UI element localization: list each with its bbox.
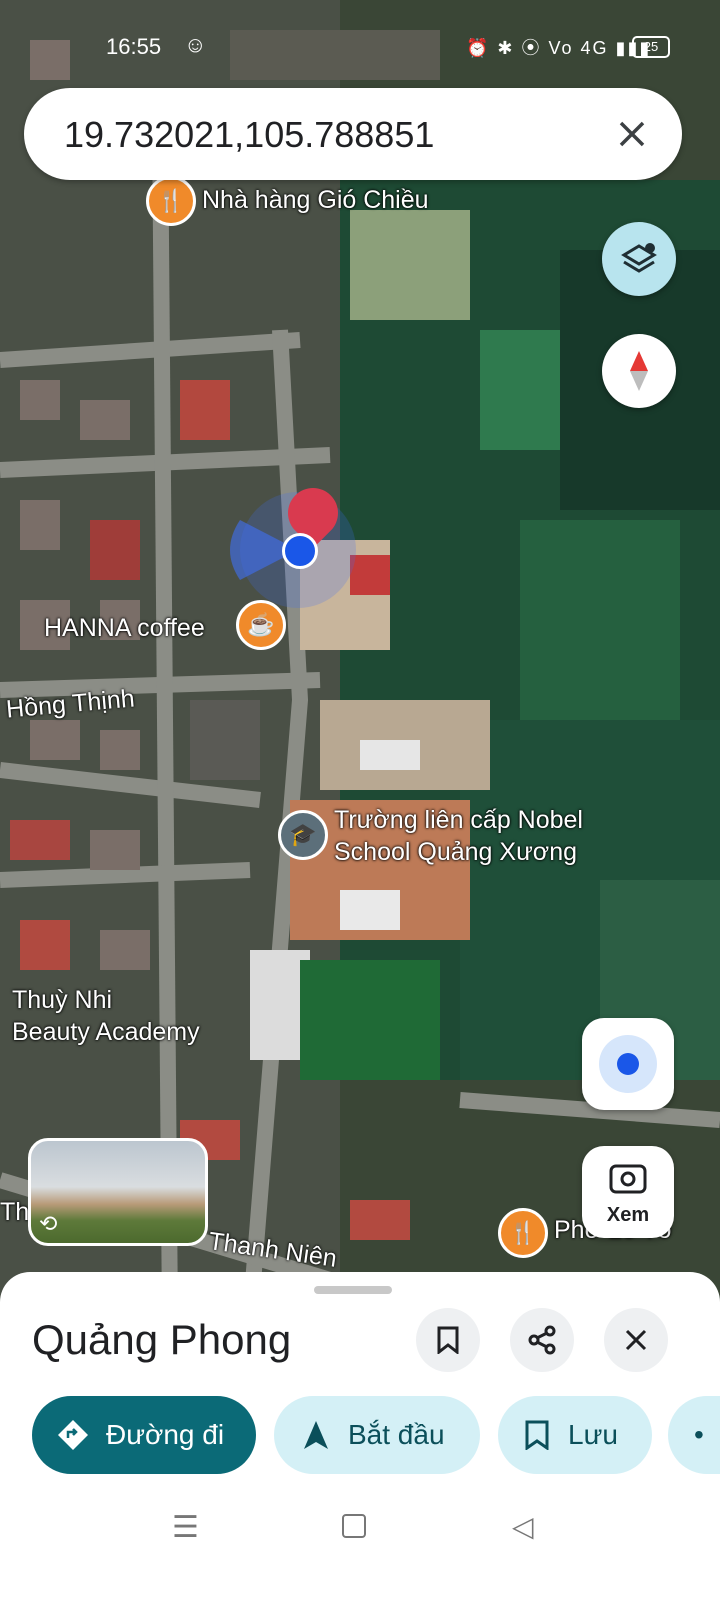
save-button[interactable]: Lưu — [498, 1396, 652, 1474]
restaurant-label-top[interactable]: Nhà hàng Gió Chiều — [202, 186, 429, 215]
place-bottom-sheet[interactable]: Quảng Phong Đường đi Bắt đầu Lưu • ☰ ◁ — [0, 1272, 720, 1600]
coffee-pin-icon[interactable]: ☕ — [236, 600, 286, 650]
save-label: Lưu — [568, 1419, 618, 1450]
home-nav-icon[interactable] — [342, 1514, 366, 1538]
bookmark-icon — [437, 1326, 459, 1354]
directions-icon — [58, 1420, 88, 1450]
rotate-360-icon: ⟲ — [39, 1211, 58, 1236]
map-view[interactable]: 🍴 Nhà hàng Gió Chiều ☕ HANNA coffee Hồng… — [0, 0, 720, 1320]
save-icon-button[interactable] — [416, 1308, 480, 1372]
search-bar[interactable]: 19.732021,105.788851 — [24, 88, 682, 180]
start-label: Bắt đầu — [348, 1419, 445, 1450]
clear-search-button[interactable] — [604, 106, 660, 162]
menu-nav-icon[interactable]: ☰ — [172, 1510, 199, 1545]
start-button[interactable]: Bắt đầu — [274, 1396, 480, 1474]
layers-icon — [621, 243, 657, 273]
share-icon — [528, 1325, 556, 1355]
close-sheet-button[interactable] — [604, 1308, 668, 1372]
status-bar: 16:55 ☺ ⏰ ✱ ⦿ Vo 4G ▮▮▮ 25 — [0, 28, 720, 64]
blue-dot-icon — [282, 533, 318, 569]
street-view-thumbnail[interactable]: ⟲ — [28, 1138, 208, 1246]
close-icon — [625, 1329, 647, 1351]
coffee-label[interactable]: HANNA coffee — [44, 614, 205, 643]
directions-button[interactable]: Đường đi — [32, 1396, 256, 1474]
compass-button[interactable] — [602, 334, 676, 408]
search-query[interactable]: 19.732021,105.788851 — [64, 114, 434, 156]
battery-icon: 25 — [632, 36, 670, 58]
school-pin-icon[interactable]: 🎓 — [278, 810, 328, 860]
xem-label: Xem — [606, 1204, 650, 1226]
school-label-line2[interactable]: School Quảng Xương — [334, 838, 577, 867]
beauty-label-line1[interactable]: Thuỳ Nhi — [12, 986, 112, 1015]
share-button[interactable] — [510, 1308, 574, 1372]
layers-button[interactable] — [602, 222, 676, 296]
restaurant-pin-icon[interactable]: 🍴 — [146, 176, 196, 226]
place-title: Quảng Phong — [32, 1316, 292, 1363]
school-label-line1[interactable]: Trường liên cấp Nobel — [334, 806, 583, 835]
back-nav-icon[interactable]: ◁ — [512, 1510, 534, 1543]
beauty-label-line2[interactable]: Beauty Academy — [12, 1018, 200, 1047]
compass-icon — [630, 351, 648, 391]
close-icon — [619, 121, 645, 147]
status-icons: ⏰ ✱ ⦿ Vo 4G ▮▮▮ — [466, 38, 652, 58]
navigation-arrow-icon — [304, 1421, 328, 1449]
system-nav-bar: ☰ ◁ — [0, 1502, 720, 1562]
drag-handle[interactable] — [314, 1286, 392, 1294]
lens-camera-icon — [609, 1164, 647, 1194]
smiley-icon: ☺ — [184, 32, 207, 57]
directions-label: Đường đi — [106, 1419, 225, 1450]
my-location-icon — [599, 1035, 657, 1093]
status-time: 16:55 — [106, 34, 162, 59]
more-actions-chip[interactable]: • — [668, 1396, 720, 1474]
restaurant-pin-icon-bottom[interactable]: 🍴 — [498, 1208, 548, 1258]
more-icon: • — [694, 1419, 704, 1450]
xem-lens-button[interactable]: Xem — [582, 1146, 674, 1238]
bookmark-icon — [525, 1420, 549, 1450]
my-location-button[interactable] — [582, 1018, 674, 1110]
